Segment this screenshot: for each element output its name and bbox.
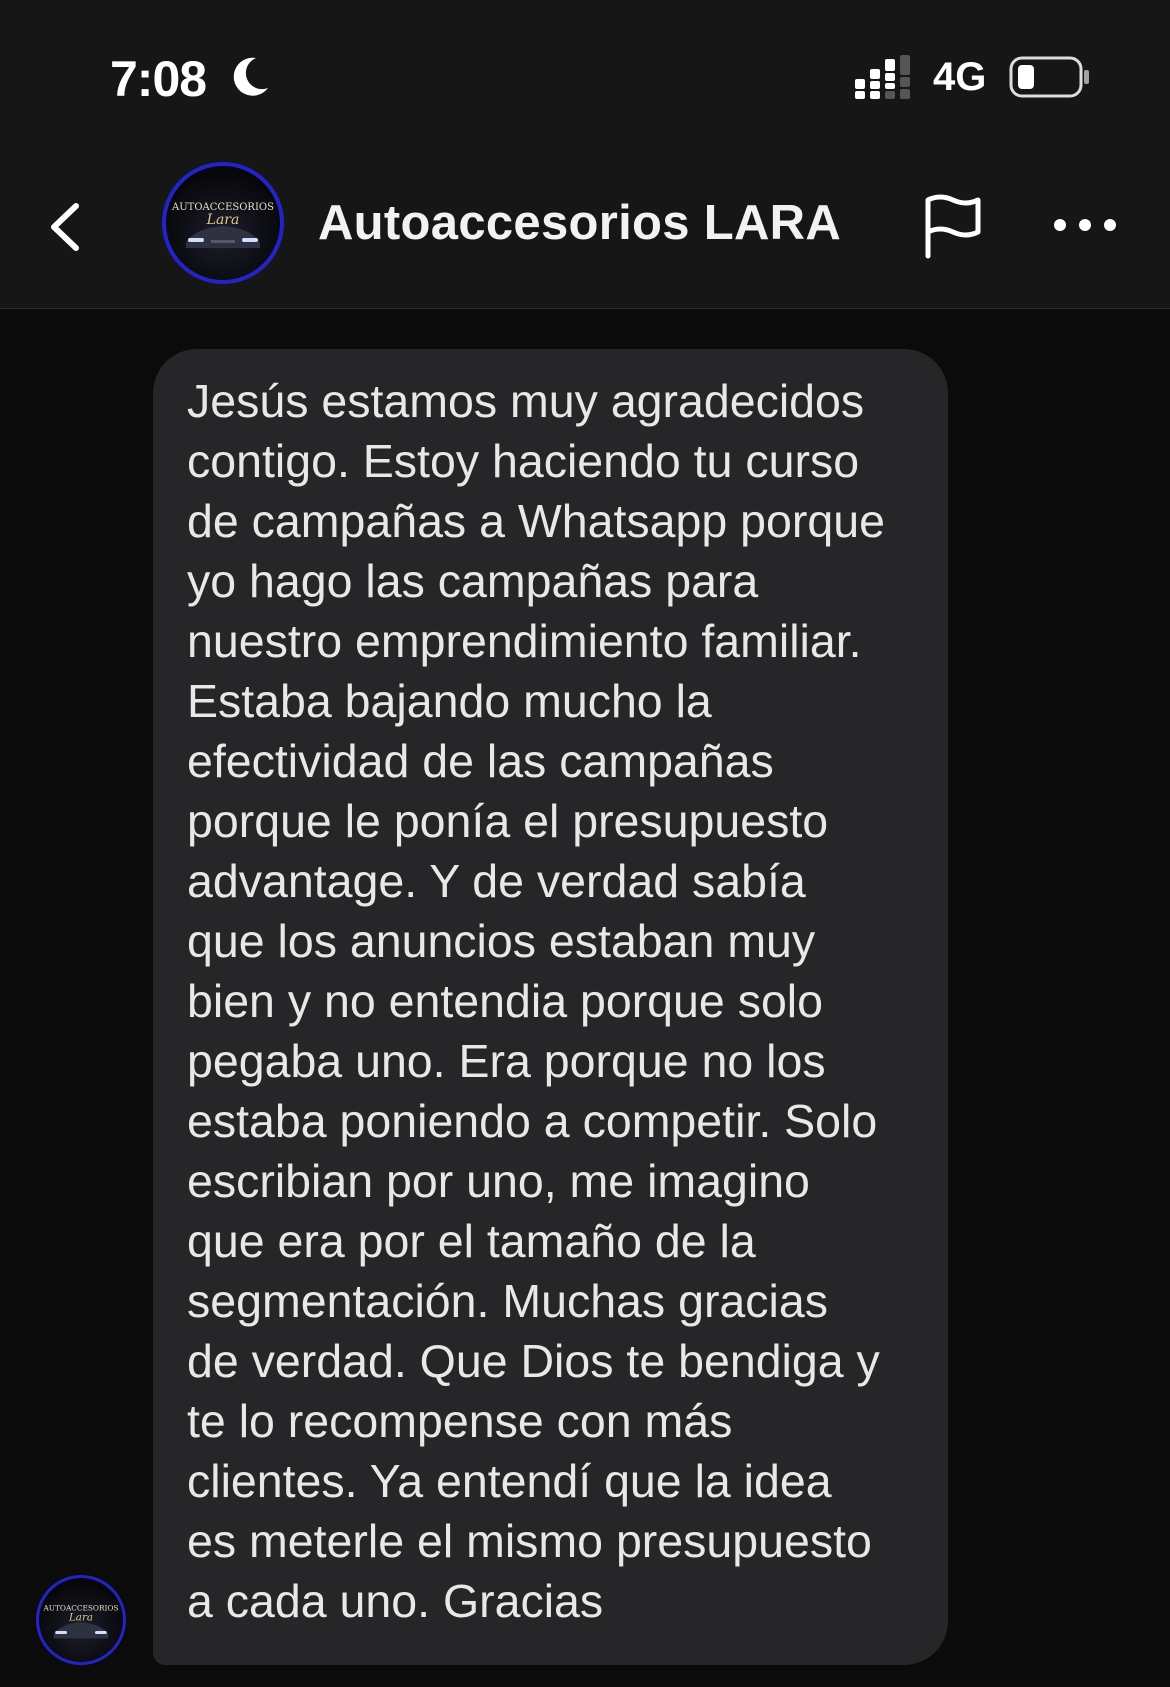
sender-avatar[interactable]: AUTOACCESORIOS Lara <box>36 1575 126 1665</box>
svg-text:Lara: Lara <box>206 212 240 228</box>
contact-name: Autoaccesorios LARA <box>318 196 842 250</box>
signal-icon <box>855 55 910 99</box>
contact-avatar[interactable]: AUTOACCESORIOS Lara <box>162 162 284 284</box>
message-thread[interactable]: Jesús estamos muy agradecidos contigo. E… <box>0 309 1170 1687</box>
chevron-left-icon[interactable] <box>40 192 90 262</box>
chat-header: AUTOACCESORIOS Lara Autoaccesorios LARA <box>0 150 1170 309</box>
battery-icon <box>1009 56 1089 98</box>
flag-icon[interactable] <box>920 192 986 260</box>
message-bubble[interactable]: Jesús estamos muy agradecidos contigo. E… <box>153 349 948 1665</box>
status-time: 7:08 <box>110 51 207 107</box>
moon-icon <box>233 57 268 96</box>
svg-text:Lara: Lara <box>68 1612 93 1624</box>
autoaccesorios-logo: AUTOACCESORIOS Lara <box>171 202 274 248</box>
status-bar: 7:08 4G <box>0 0 1170 150</box>
autoaccesorios-logo-small: AUTOACCESORIOS Lara <box>42 1603 119 1639</box>
network-type: 4G <box>933 55 987 99</box>
message-text: Jesús estamos muy agradecidos contigo. E… <box>187 375 885 1627</box>
ellipsis-icon[interactable] <box>1050 202 1120 248</box>
